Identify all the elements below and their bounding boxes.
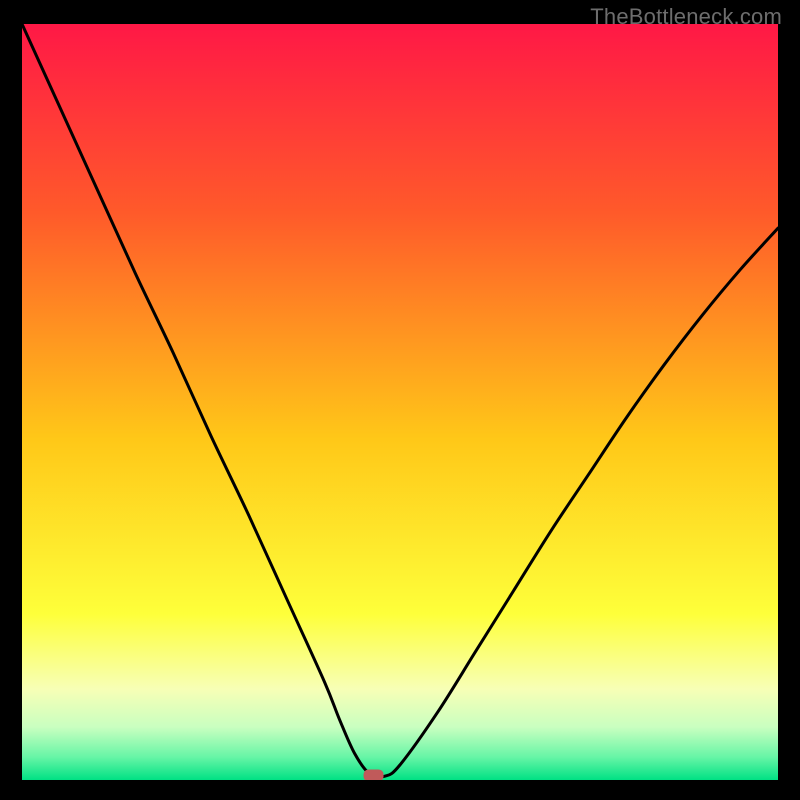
gradient-background: [22, 24, 778, 780]
plot-area: [22, 24, 778, 780]
optimal-marker: [364, 769, 384, 780]
bottleneck-chart: [22, 24, 778, 780]
chart-frame: TheBottleneck.com: [0, 0, 800, 800]
